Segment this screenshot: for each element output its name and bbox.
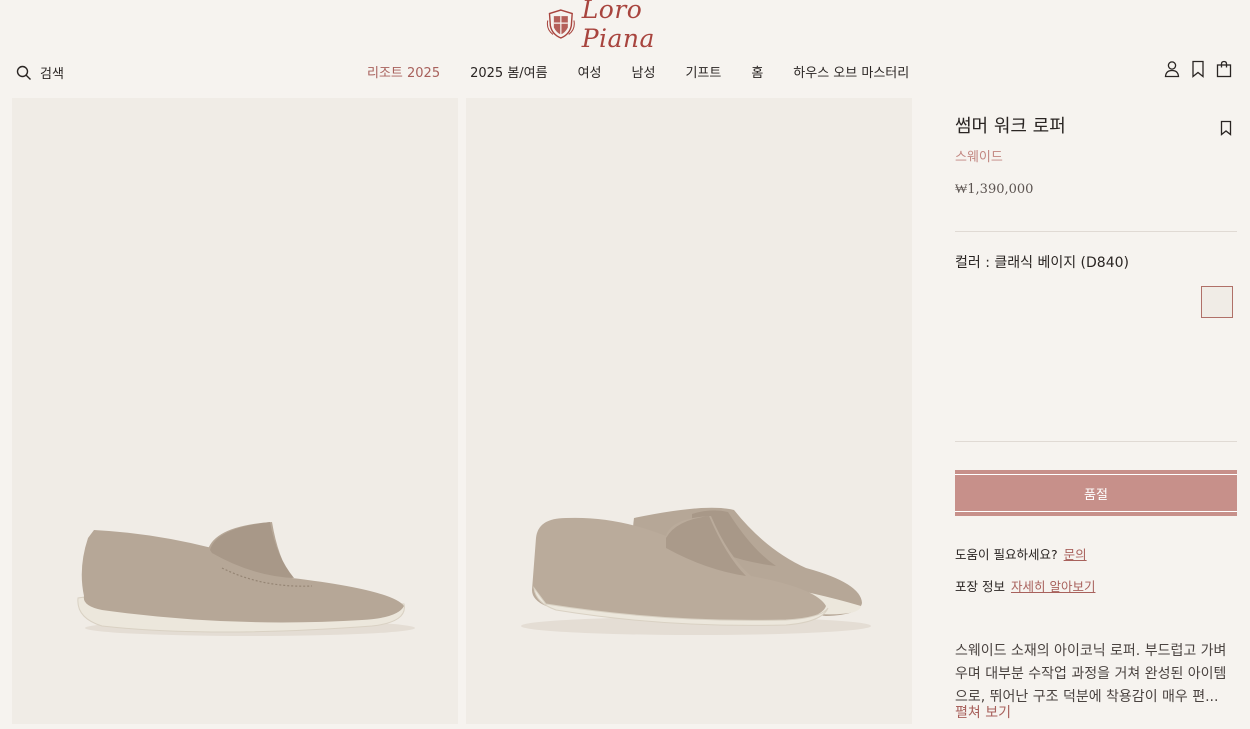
product-material: 스웨이드 (955, 150, 1003, 165)
product-price: ₩1,390,000 (955, 182, 1034, 197)
search-label: 검색 (40, 67, 64, 82)
product-title: 썸머 워크 로퍼 (955, 116, 1066, 137)
nav-item-resort-2025[interactable]: 리조트 2025 (352, 62, 455, 81)
nav-item-gifts[interactable]: 기프트 (670, 62, 736, 81)
product-description: 스웨이드 소재의 아이코닉 로퍼. 부드럽고 가벼우며 대부분 수작업 과정을 … (955, 643, 1227, 705)
utility-icons (1164, 60, 1232, 78)
help-text: 도움이 필요하세요? (955, 547, 1058, 562)
product-image-side[interactable] (12, 98, 458, 724)
product-panel: 썸머 워크 로퍼 스웨이드 ₩1,390,000 컬러 : 클래식 베이지 (D… (955, 112, 1237, 721)
account-icon[interactable] (1164, 60, 1180, 78)
brand-name: Loro Piana (581, 0, 655, 53)
contact-link[interactable]: 문의 (1064, 547, 1087, 562)
packing-line: 포장 정보 자세히 알아보기 (955, 576, 1095, 595)
crest-logo-icon (546, 9, 575, 39)
nav-item-women[interactable]: 여성 (563, 62, 617, 81)
main-nav: 리조트 2025 2025 봄/여름 여성 남성 기프트 홈 하우스 오브 마스… (352, 62, 924, 81)
divider (955, 231, 1237, 232)
nav-item-house-of-mastery[interactable]: 하우스 오브 마스터리 (778, 62, 924, 81)
color-label: 컬러 : 클래식 베이지 (D840) (955, 255, 1129, 271)
sold-out-button[interactable]: 품절 (955, 470, 1237, 516)
shopping-bag-icon[interactable] (1216, 60, 1232, 78)
color-swatch[interactable] (1201, 286, 1233, 318)
nav-item-men[interactable]: 남성 (617, 62, 671, 81)
search-icon (16, 65, 31, 80)
expand-description-button[interactable]: 펼쳐 보기 (955, 702, 1011, 722)
product-bookmark-icon[interactable] (1219, 120, 1233, 140)
packing-more-link[interactable]: 자세히 알아보기 (1011, 579, 1095, 594)
nav-item-spring-summer[interactable]: 2025 봄/여름 (455, 62, 562, 81)
nav-item-home[interactable]: 홈 (736, 62, 778, 81)
product-image-pair[interactable] (466, 98, 912, 724)
divider (955, 441, 1237, 442)
brand-logo[interactable]: Loro Piana (546, 0, 706, 53)
packing-label: 포장 정보 (955, 579, 1005, 594)
help-line: 도움이 필요하세요? 문의 (955, 544, 1087, 563)
bookmark-icon[interactable] (1190, 60, 1206, 78)
search-button[interactable]: 검색 (16, 63, 64, 82)
